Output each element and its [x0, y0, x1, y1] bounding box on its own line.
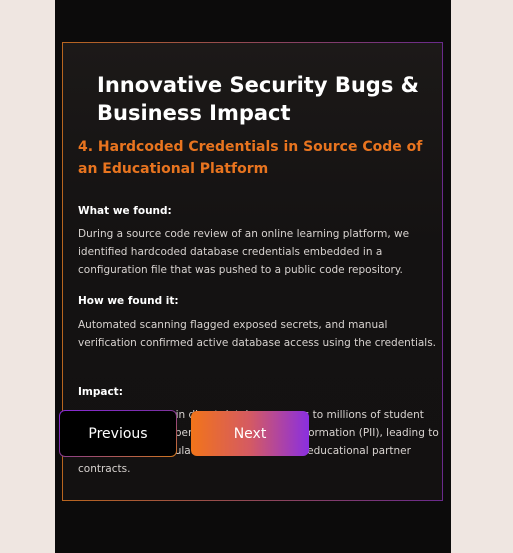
next-button[interactable]: Next [191, 411, 309, 456]
what-we-found-text: During a source code review of an online… [78, 228, 410, 276]
bug-subtitle: 4. Hardcoded Credentials in Source Code … [78, 139, 423, 177]
what-we-found-label: What we found: [78, 205, 172, 217]
previous-button[interactable]: Previous [59, 410, 177, 457]
how-we-found-label: How we found it: [78, 295, 179, 307]
impact-label: Impact: [78, 386, 123, 398]
how-we-found-text: Automated scanning flagged exposed secre… [78, 319, 437, 349]
card-title: Innovative Security Bugs & Business Impa… [97, 73, 419, 125]
